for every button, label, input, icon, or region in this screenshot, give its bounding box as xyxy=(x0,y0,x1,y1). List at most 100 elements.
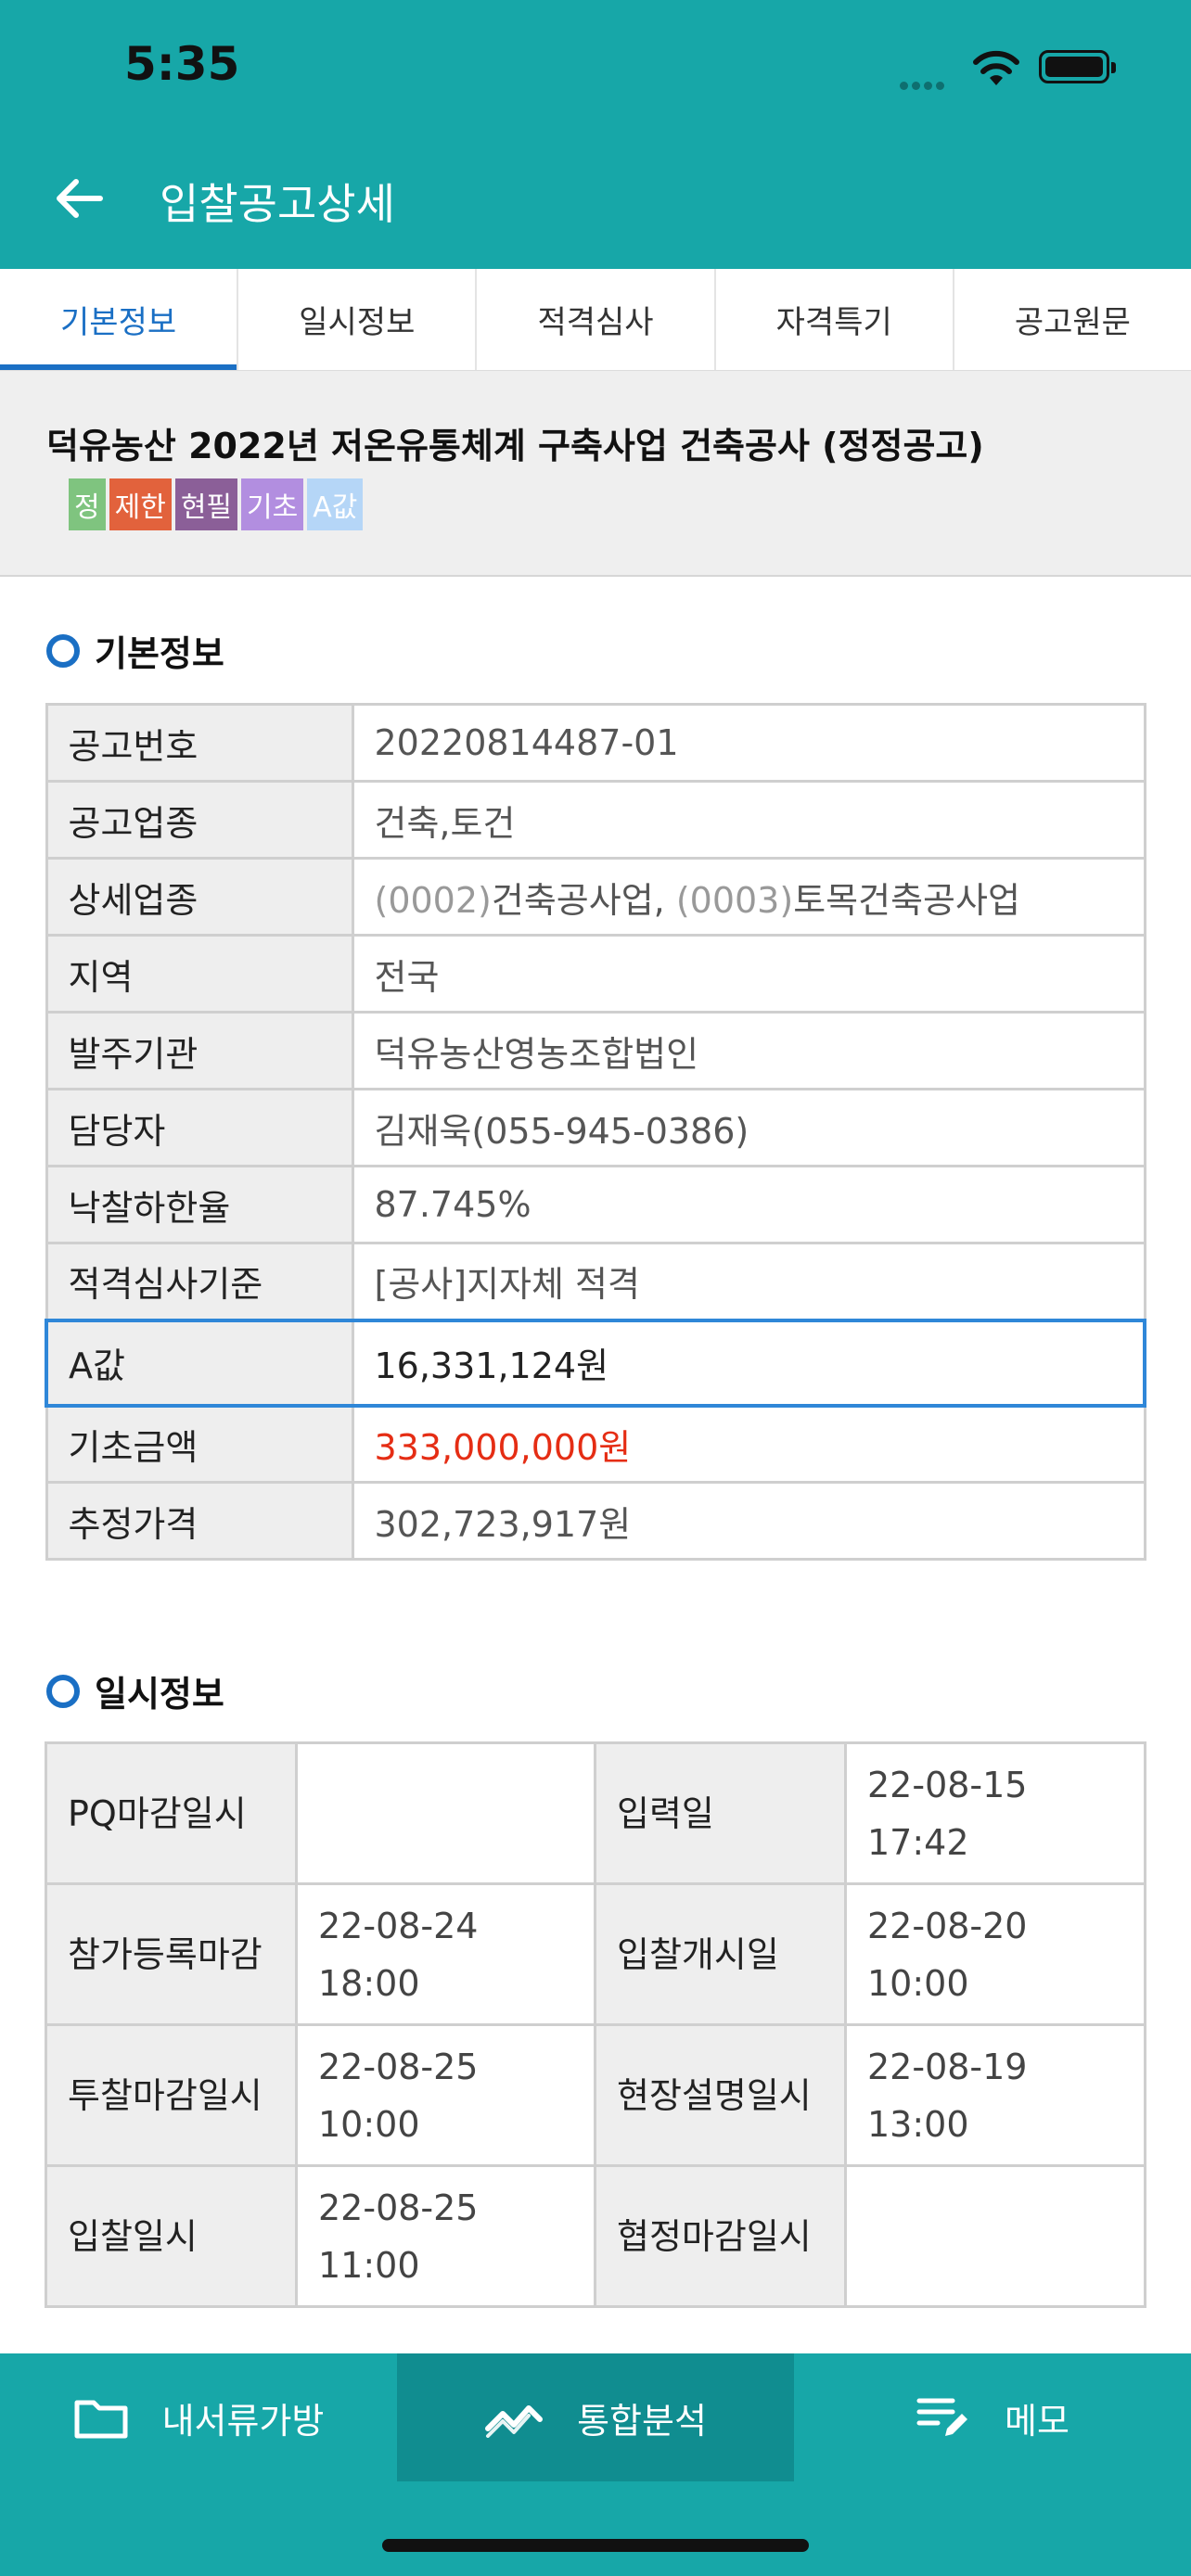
contact-value[interactable]: 김재욱(055-945-0386) xyxy=(351,1088,1146,1167)
row-label: 입찰일시 xyxy=(45,2164,298,2308)
app-header: 5:35 입찰공고상세 xyxy=(0,0,1191,269)
row-label: 추정가격 xyxy=(45,1481,354,1561)
row-value: 덕유농산영농조합법인 xyxy=(351,1011,1146,1090)
time-text: 10:00 xyxy=(318,2103,420,2145)
row-value: 22-08-19 13:00 xyxy=(844,2023,1146,2167)
row-label: 지역 xyxy=(45,934,354,1014)
badge-base-amount: 기초 xyxy=(241,478,304,530)
nav-label: 통합분석 xyxy=(577,2400,707,2442)
table-row: 발주기관 덕유농산영농조합법인 xyxy=(45,1011,1146,1090)
table-row: 공고번호 20220814487-01 xyxy=(45,703,1146,783)
status-time: 5:35 xyxy=(124,37,240,91)
table-row: 공고업종 건축,토건 xyxy=(45,780,1146,860)
battery-icon xyxy=(1039,50,1116,83)
row-value: 건축,토건 xyxy=(351,780,1146,860)
industry-name: 토목건축공사업 xyxy=(793,879,1020,921)
table-row: 입찰일시 22-08-25 11:00 협정마감일시 xyxy=(45,2164,1146,2308)
badge-site-required: 현필 xyxy=(174,478,238,530)
row-label: 발주기관 xyxy=(45,1011,354,1090)
time-text: 18:00 xyxy=(318,1962,420,2004)
notice-title: 덕유농산 2022년 저온유통체계 구축사업 건축공사 (정정공고) xyxy=(46,426,984,466)
row-value: 전국 xyxy=(351,934,1146,1014)
row-value: 22-08-25 10:00 xyxy=(295,2023,596,2167)
analysis-icon xyxy=(484,2397,544,2438)
basic-info-table: 공고번호 20220814487-01 공고업종 건축,토건 상세업종 (000… xyxy=(45,703,1146,1561)
time-text: 17:42 xyxy=(867,1821,969,1863)
row-label: 공고업종 xyxy=(45,780,354,860)
row-value: 22-08-20 10:00 xyxy=(844,1882,1146,2026)
page-title: 입찰공고상세 xyxy=(160,179,395,229)
industry-code: (0002) xyxy=(374,879,492,921)
date-text: 22-08-25 xyxy=(318,2187,479,2228)
nav-memo[interactable]: 메모 xyxy=(794,2353,1191,2481)
memo-icon xyxy=(916,2393,971,2442)
badge-a-value: A값 xyxy=(307,478,364,530)
circle-bullet-icon xyxy=(46,1674,80,1708)
wifi-icon xyxy=(970,46,1022,91)
table-row: 낙찰하한율 87.745% xyxy=(45,1165,1146,1244)
tab-basic-info[interactable]: 기본정보 xyxy=(0,269,239,370)
date-text: 22-08-19 xyxy=(867,2046,1028,2087)
row-value: 22-08-24 18:00 xyxy=(295,1882,596,2026)
schedule-info-section-header: 일시정보 xyxy=(46,1665,224,1716)
nav-integrated-analysis[interactable]: 통합분석 xyxy=(397,2353,794,2481)
notice-header: 덕유농산 2022년 저온유통체계 구축사업 건축공사 (정정공고) 정 제한 … xyxy=(0,371,1191,577)
row-label: 낙찰하한율 xyxy=(45,1165,354,1244)
circle-bullet-icon xyxy=(46,633,80,668)
date-text: 22-08-20 xyxy=(867,1905,1028,1946)
section-title: 일시정보 xyxy=(95,1674,224,1715)
date-text: 22-08-25 xyxy=(318,2046,479,2087)
row-label: PQ마감일시 xyxy=(45,1741,298,1885)
row-value xyxy=(844,2164,1146,2308)
tab-license-requirements[interactable]: 자격특기 xyxy=(716,269,954,370)
nav-my-briefcase[interactable]: 내서류가방 xyxy=(0,2353,397,2481)
industry-name: 건축공사업, xyxy=(491,879,676,921)
folder-icon xyxy=(73,2395,129,2440)
basic-info-section-header: 기본정보 xyxy=(46,625,224,676)
arrow-left-icon xyxy=(57,179,103,218)
badge-correction: 정 xyxy=(69,478,106,530)
table-row: 지역 전국 xyxy=(45,934,1146,1014)
nav-label: 메모 xyxy=(1005,2400,1069,2442)
time-text: 10:00 xyxy=(867,1962,969,2004)
row-label: 참가등록마감 xyxy=(45,1882,298,2026)
badge-restricted: 제한 xyxy=(109,478,172,530)
table-row: 참가등록마감 22-08-24 18:00 입찰개시일 22-08-20 10:00 xyxy=(45,1882,1146,2026)
row-value: 302,723,917원 xyxy=(351,1481,1146,1561)
row-value: [공사]지자체 적격 xyxy=(351,1242,1146,1321)
date-text: 22-08-15 xyxy=(867,1764,1028,1805)
row-label: 공고번호 xyxy=(45,703,354,783)
table-row-a-value[interactable]: A값 16,331,124원 xyxy=(45,1318,1146,1408)
table-row: PQ마감일시 입력일 22-08-15 17:42 xyxy=(45,1741,1146,1885)
time-text: 11:00 xyxy=(318,2244,420,2286)
industry-code: (0003) xyxy=(675,879,794,921)
row-value: 87.745% xyxy=(351,1165,1146,1244)
row-label: A값 xyxy=(45,1318,354,1408)
row-label: 상세업종 xyxy=(45,857,354,937)
tab-qualification-review[interactable]: 적격심사 xyxy=(477,269,716,370)
row-label: 입력일 xyxy=(594,1741,847,1885)
row-value: 16,331,124원 xyxy=(351,1318,1146,1408)
tab-original-notice[interactable]: 공고원문 xyxy=(954,269,1191,370)
row-value: 20220814487-01 xyxy=(351,703,1146,783)
row-value: 22-08-25 11:00 xyxy=(295,2164,596,2308)
row-label: 기초금액 xyxy=(45,1404,354,1484)
row-label: 입찰개시일 xyxy=(594,1882,847,2026)
row-label: 담당자 xyxy=(45,1088,354,1167)
date-text: 22-08-24 xyxy=(318,1905,479,1946)
schedule-info-table: PQ마감일시 입력일 22-08-15 17:42 참가등록마감 22-08-24… xyxy=(45,1741,1146,2308)
row-value xyxy=(295,1741,596,1885)
table-row: 추정가격 302,723,917원 xyxy=(45,1481,1146,1561)
nav-label: 내서류가방 xyxy=(161,2400,325,2442)
table-row: 기초금액 333,000,000원 xyxy=(45,1404,1146,1484)
home-indicator[interactable] xyxy=(382,2539,809,2552)
row-value: 333,000,000원 xyxy=(351,1404,1146,1484)
tab-schedule-info[interactable]: 일시정보 xyxy=(238,269,478,370)
time-text: 13:00 xyxy=(867,2103,969,2145)
section-title: 기본정보 xyxy=(95,633,224,674)
back-button[interactable] xyxy=(48,169,108,228)
table-row: 투찰마감일시 22-08-25 10:00 현장설명일시 22-08-19 13:0… xyxy=(45,2023,1146,2167)
row-label: 협정마감일시 xyxy=(594,2164,847,2308)
row-value: (0002)건축공사업, (0003)토목건축공사업 xyxy=(351,857,1146,937)
notice-badges: 정 제한 현필 기초 A값 xyxy=(69,478,364,530)
